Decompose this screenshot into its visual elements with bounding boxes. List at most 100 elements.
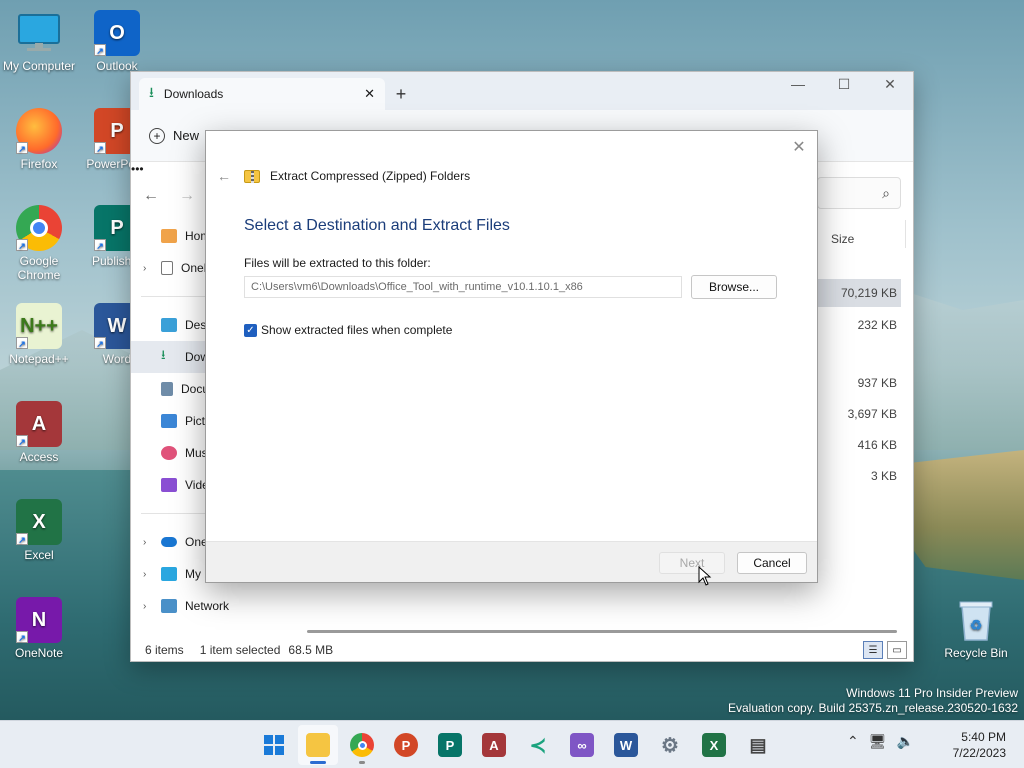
desktop-icon-onenote[interactable]: N ↗ OneNote xyxy=(0,597,78,660)
start-button[interactable] xyxy=(254,725,294,765)
close-window-button[interactable]: ✕ xyxy=(867,76,913,93)
zip-folder-icon xyxy=(244,169,260,183)
clock-date: 7/22/2023 xyxy=(952,746,1006,760)
chevron-right-icon[interactable]: › xyxy=(143,601,146,612)
music-icon xyxy=(161,446,177,460)
horizontal-scrollbar[interactable] xyxy=(307,630,897,633)
sidebar-item-network[interactable]: › Network xyxy=(131,590,291,622)
desktop-icon-recycle-bin[interactable]: ♻ Recycle Bin xyxy=(936,597,1016,660)
chevron-right-icon[interactable]: › xyxy=(143,537,146,548)
back-arrow-icon[interactable]: ← xyxy=(143,187,159,205)
taskbar-visual-studio[interactable]: ∞ xyxy=(562,725,602,765)
access-icon: A ↗ xyxy=(16,401,62,447)
volume-icon[interactable]: 🔈 xyxy=(897,733,914,750)
new-tab-button[interactable]: + xyxy=(385,78,417,110)
file-explorer-icon xyxy=(306,733,330,757)
plus-circle-icon: + xyxy=(149,127,165,144)
chrome-icon xyxy=(350,733,374,757)
desktop-icon-label: My Computer xyxy=(2,59,76,73)
notepad-icon: ▤ xyxy=(749,734,767,755)
cloud-icon xyxy=(161,537,177,547)
taskbar-excel[interactable]: X xyxy=(694,725,734,765)
taskbar: P P A ≺ ∞ W ⚙ X ▤ ⌃ 🖥 🔈 5:40 PM 7/22/202… xyxy=(0,720,1024,768)
desktop-icon-label: Recycle Bin xyxy=(944,646,1008,660)
chevron-right-icon[interactable]: › xyxy=(143,569,146,580)
desktop-icon-label: Excel xyxy=(24,548,54,562)
desktop-icon-access[interactable]: A ↗ Access xyxy=(0,401,78,464)
tiles-view-icon[interactable]: ▭ xyxy=(887,641,907,659)
clock-time: 5:40 PM xyxy=(961,730,1006,744)
file-size-cell[interactable]: 3,697 KB xyxy=(821,407,901,421)
tab-downloads[interactable]: ⭳ Downloads ✕ xyxy=(139,78,385,110)
recycle-bin-icon: ♻ xyxy=(953,597,999,643)
publisher-icon: P xyxy=(438,733,462,757)
dialog-header: ← Extract Compressed (Zipped) Folders xyxy=(206,161,817,191)
details-view-icon[interactable]: ☰ xyxy=(863,641,883,659)
minimize-button[interactable]: — xyxy=(775,76,821,92)
desktop-icon xyxy=(161,318,177,332)
search-box[interactable]: ⌕ xyxy=(817,177,901,209)
show-files-checkbox-row[interactable]: ✓ Show extracted files when complete xyxy=(244,323,452,337)
taskbar-powerpoint[interactable]: P xyxy=(386,725,426,765)
onenote-icon: N ↗ xyxy=(16,597,62,643)
word-icon: W xyxy=(614,733,638,757)
forward-arrow-icon[interactable]: → xyxy=(179,187,195,205)
selection-info: 1 item selected xyxy=(199,643,281,657)
browse-button[interactable]: Browse... xyxy=(691,275,777,299)
pictures-icon xyxy=(161,414,177,428)
desktop-icon-my-computer[interactable]: My Computer xyxy=(0,10,78,73)
taskbar-file-explorer[interactable] xyxy=(298,725,338,765)
outlook-icon: O ↗ xyxy=(94,10,140,56)
desktop-icon-notepadpp[interactable]: N++ ↗ Notepad++ xyxy=(0,303,78,366)
notepadpp-icon: N++ ↗ xyxy=(16,303,62,349)
maximize-button[interactable]: ☐ xyxy=(821,76,867,93)
network-icon[interactable]: 🖥 xyxy=(869,733,887,750)
desktop-icon-outlook[interactable]: O ↗ Outlook xyxy=(78,10,156,73)
close-tab-icon[interactable]: ✕ xyxy=(364,86,375,102)
explorer-titlebar: ⭳ Downloads ✕ + — ☐ ✕ xyxy=(131,72,913,110)
sidebar-item-label: Network xyxy=(185,599,230,613)
new-button[interactable]: + New xyxy=(149,127,200,144)
item-count: 6 items xyxy=(145,643,184,657)
access-icon: A xyxy=(482,733,506,757)
visual-studio-icon: ∞ xyxy=(570,733,594,757)
svg-text:♻: ♻ xyxy=(970,617,983,633)
chevron-up-icon[interactable]: ⌃ xyxy=(847,733,859,750)
network-icon xyxy=(161,599,177,613)
checkbox-checked[interactable]: ✓ xyxy=(244,323,257,337)
taskbar-settings[interactable]: ⚙ xyxy=(650,725,690,765)
running-indicator xyxy=(359,761,365,764)
desktop-icon-firefox[interactable]: ↗ Firefox xyxy=(0,108,78,171)
destination-path-input[interactable]: C:\Users\vm6\Downloads\Office_Tool_with_… xyxy=(244,276,682,298)
next-button[interactable]: Next xyxy=(659,552,725,574)
file-size-cell[interactable]: 3 KB xyxy=(821,469,901,483)
taskbar-access[interactable]: A xyxy=(474,725,514,765)
close-icon[interactable]: ✕ xyxy=(789,137,809,157)
extract-dialog: ✕ ← Extract Compressed (Zipped) Folders … xyxy=(205,130,818,583)
taskbar-vscode[interactable]: ≺ xyxy=(518,725,558,765)
desktop-icon-chrome[interactable]: ↗ Google Chrome xyxy=(0,205,78,282)
new-button-label: New xyxy=(173,128,200,143)
desktop-icon-excel[interactable]: X ↗ Excel xyxy=(0,499,78,562)
chevron-right-icon[interactable]: › xyxy=(143,263,146,274)
document-icon xyxy=(161,382,173,396)
system-tray: ⌃ 🖥 🔈 xyxy=(847,733,914,750)
taskbar-publisher[interactable]: P xyxy=(430,725,470,765)
taskbar-notepad[interactable]: ▤ xyxy=(738,725,778,765)
taskbar-clock[interactable]: 5:40 PM 7/22/2023 xyxy=(953,729,1006,761)
watermark-line: Evaluation copy. Build 25375.zn_release.… xyxy=(728,701,1018,715)
file-size-cell[interactable]: 232 KB xyxy=(821,318,901,332)
file-size-cell[interactable]: 416 KB xyxy=(821,438,901,452)
chrome-icon: ↗ xyxy=(16,205,62,251)
search-icon: ⌕ xyxy=(882,184,890,201)
back-arrow-icon[interactable]: ← xyxy=(214,168,234,184)
monitor-icon xyxy=(161,567,177,581)
cancel-button[interactable]: Cancel xyxy=(737,552,807,574)
taskbar-apps: P P A ≺ ∞ W ⚙ X ▤ xyxy=(254,725,778,765)
taskbar-word[interactable]: W xyxy=(606,725,646,765)
column-header-size[interactable]: Size xyxy=(831,232,854,246)
file-size-cell[interactable]: 70,219 KB xyxy=(805,279,901,307)
home-icon xyxy=(161,229,177,243)
taskbar-chrome[interactable] xyxy=(342,725,382,765)
file-size-cell[interactable]: 937 KB xyxy=(821,376,901,390)
